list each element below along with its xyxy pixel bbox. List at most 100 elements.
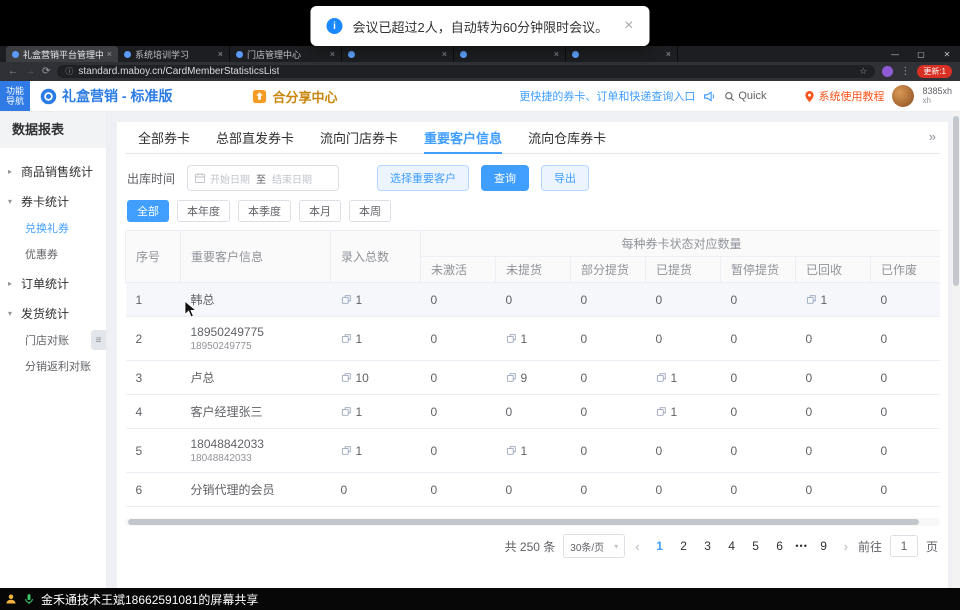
cell-count[interactable]: 1 (646, 361, 721, 395)
query-button[interactable]: 查询 (481, 165, 529, 191)
table-header: 序号 重要客户信息 录入总数 每种券卡状态对应数量 未激活 未提货 部分提货 已 (126, 231, 941, 283)
cell-customer: 卢总 (181, 361, 331, 395)
horizontal-scrollbar-thumb[interactable] (128, 519, 919, 525)
prev-page-icon[interactable]: ‹ (633, 539, 641, 554)
export-button[interactable]: 导出 (541, 165, 589, 191)
tab-close-icon[interactable]: × (330, 49, 335, 59)
user-avatar[interactable] (892, 85, 914, 107)
browser-tab[interactable]: 门店管理中心× (230, 46, 342, 62)
cell-count: 0 (721, 473, 796, 507)
card-tab[interactable]: 总部直发券卡 (203, 122, 307, 153)
tab-close-icon[interactable]: × (666, 49, 671, 59)
page-size-select[interactable]: 30条/页 ▾ (563, 534, 625, 558)
quick-filter-button[interactable]: 全部 (127, 200, 169, 222)
quick-filter-button[interactable]: 本月 (299, 200, 341, 222)
page-number[interactable]: 2 (674, 539, 694, 553)
cell-count[interactable]: 18 (496, 507, 571, 517)
cell-count[interactable]: 9 (496, 361, 571, 395)
browser-update-button[interactable]: 更新:1 (917, 65, 952, 78)
cell-count[interactable]: 1 (796, 283, 871, 317)
window-controls: — ▢ ✕ (882, 46, 960, 62)
window-close-icon[interactable]: ✕ (934, 50, 960, 59)
cell-count[interactable]: 1 (796, 507, 871, 517)
tab-title: 礼盒营销平台管理中心 (23, 48, 103, 61)
back-icon[interactable]: ← (8, 66, 18, 77)
card-tab[interactable]: 重要客户信息 (411, 122, 515, 153)
page-number[interactable]: 1 (650, 539, 670, 553)
quick-filter-button[interactable]: 本季度 (238, 200, 291, 222)
tab-close-icon[interactable]: × (554, 49, 559, 59)
sidebar-item-delivery-stats[interactable]: ▾ 发货统计 (0, 298, 106, 328)
quick-filter-button[interactable]: 本年度 (177, 200, 230, 222)
url-input[interactable]: ⓘ standard.maboy.cn/CardMemberStatistics… (57, 65, 875, 78)
cell-count: 0 (871, 395, 941, 429)
cell-count[interactable]: 1 (331, 429, 421, 473)
toast-close-icon[interactable]: × (624, 17, 633, 35)
page-number[interactable]: 5 (746, 539, 766, 553)
cell-count[interactable]: 1 (496, 317, 571, 361)
cell-count: 0 (421, 429, 496, 473)
sidebar-item-order-stats[interactable]: ▸ 订单统计 (0, 268, 106, 298)
tab-close-icon[interactable]: × (218, 49, 223, 59)
tab-close-icon[interactable]: × (442, 49, 447, 59)
vertical-scrollbar-thumb[interactable] (953, 116, 959, 286)
data-table: 序号 重要客户信息 录入总数 每种券卡状态对应数量 未激活 未提货 部分提货 已 (125, 230, 940, 516)
cell-count[interactable]: 1 (646, 507, 721, 517)
browser-tab[interactable]: × (566, 46, 678, 62)
card-tab[interactable]: 流向门店券卡 (307, 122, 411, 153)
cell-count[interactable]: 1 (331, 395, 421, 429)
page-number[interactable]: 4 (722, 539, 742, 553)
cell-count: 0 (871, 473, 941, 507)
card-tab[interactable]: 流向仓库券卡 (515, 122, 619, 153)
select-important-customer-button[interactable]: 选择重要客户 (377, 165, 469, 191)
bookmark-star-icon[interactable]: ☆ (859, 66, 867, 77)
goto-page-input[interactable] (890, 535, 918, 557)
cell-count[interactable]: 1 (646, 395, 721, 429)
sidebar-item-goods-stats[interactable]: ▸ 商品销售统计 (0, 156, 106, 186)
browser-tab[interactable]: 系统培训学习× (118, 46, 230, 62)
cell-count[interactable]: 1 (331, 317, 421, 361)
promo-link[interactable]: 更快捷的券卡、订单和快递查询入口 (519, 88, 695, 104)
browser-tab[interactable]: × (342, 46, 454, 62)
main-area: » 全部券卡总部直发券卡流向门店券卡重要客户信息流向仓库券卡 出库时间 开始日期… (107, 112, 960, 588)
col-header-partial: 部分提货 (571, 257, 646, 283)
tab-close-icon[interactable]: × (107, 49, 112, 59)
page-number[interactable]: 3 (698, 539, 718, 553)
collapse-icon[interactable]: » (929, 129, 936, 144)
cell-count[interactable]: 20 (331, 507, 421, 517)
cell-count[interactable]: 1 (496, 429, 571, 473)
page-number[interactable]: 9 (814, 539, 834, 553)
logo-text: 礼盒营销 - 标准版 (62, 86, 172, 106)
sidebar-drag-handle[interactable]: ≡ (91, 330, 106, 350)
date-range-input[interactable]: 开始日期 至 结束日期 (187, 165, 339, 191)
announcement-icon (703, 90, 716, 103)
cell-count[interactable]: 1 (331, 283, 421, 317)
page-ellipsis[interactable]: ••• (794, 541, 810, 551)
browser-profile-avatar[interactable] (882, 66, 893, 77)
function-nav-button[interactable]: 功能 导航 (0, 81, 30, 111)
quick-search[interactable]: Quick (724, 90, 766, 102)
cell-count[interactable]: 10 (331, 361, 421, 395)
card-tab[interactable]: 全部券卡 (125, 122, 203, 153)
tutorial-link[interactable]: 系统使用教程 (804, 88, 884, 104)
browser-tab[interactable]: × (454, 46, 566, 62)
sidebar-subitem-rebate-reconcile[interactable]: 分销返利对账 (0, 354, 106, 380)
reload-icon[interactable]: ⟳ (42, 66, 50, 77)
date-filter-label: 出库时间 (127, 170, 175, 187)
sidebar: 数据报表 ▸ 商品销售统计 ▾ 券卡统计 兑换礼券 优惠券 ▸ 订单统计 (0, 112, 107, 588)
sidebar-subitem-exchange-coupon[interactable]: 兑换礼券 (0, 216, 106, 242)
sidebar-subitem-coupon[interactable]: 优惠券 (0, 242, 106, 268)
minimize-icon[interactable]: — (882, 50, 908, 59)
page-number[interactable]: 6 (770, 539, 790, 553)
browser-menu-icon[interactable]: ⋮ (900, 66, 910, 77)
forward-icon[interactable]: → (25, 66, 35, 77)
site-info-icon[interactable]: ⓘ (65, 66, 73, 77)
browser-tab[interactable]: 礼盒营销平台管理中心 × (6, 46, 118, 62)
share-center-link[interactable]: 合分享中心 (252, 87, 337, 106)
sidebar-item-card-stats[interactable]: ▾ 券卡统计 (0, 186, 106, 216)
maximize-icon[interactable]: ▢ (908, 50, 934, 59)
cell-count: 0 (871, 361, 941, 395)
toast-message: 会议已超过2人，自动转为60分钟限时会议。 (352, 17, 608, 36)
next-page-icon[interactable]: › (842, 539, 850, 554)
quick-filter-button[interactable]: 本周 (349, 200, 391, 222)
